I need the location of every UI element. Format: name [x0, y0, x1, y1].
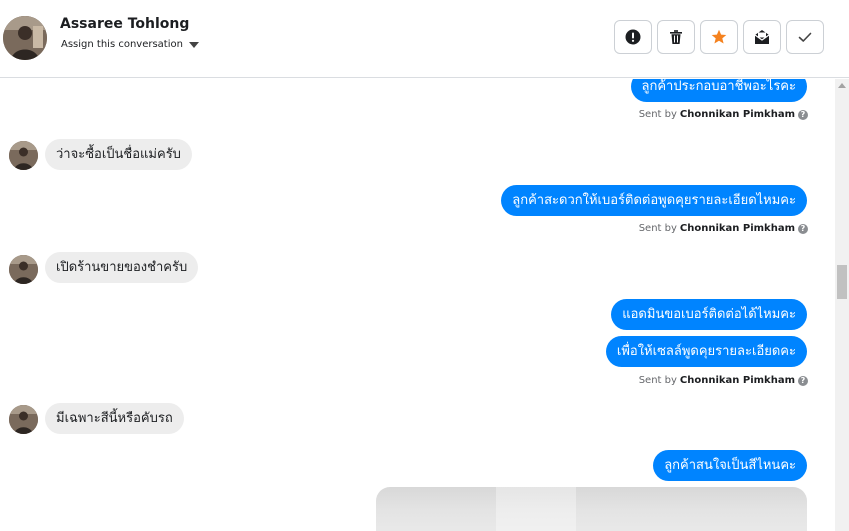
contact-name: Assaree Tohlong [60, 16, 190, 32]
mark-unread-button[interactable] [743, 20, 781, 54]
contact-avatar[interactable] [3, 16, 47, 60]
conversation-header: Assaree Tohlong Assign this conversation [0, 0, 849, 78]
check-icon [798, 32, 812, 42]
conversation-toolbar [614, 20, 824, 54]
assign-conversation-dropdown[interactable]: Assign this conversation [61, 39, 199, 50]
sent-by-prefix: Sent by [638, 223, 677, 234]
scrollbar-thumb[interactable] [837, 265, 847, 299]
outgoing-message[interactable]: เพื่อให้เซลล์พูดคุยรายละเอียดคะ [605, 336, 807, 367]
sent-by-prefix: Sent by [638, 375, 677, 386]
assign-label: Assign this conversation [61, 39, 183, 50]
sent-by-label: Sent by Chonnikan Pimkham ? [639, 223, 808, 234]
image-attachment[interactable] [376, 487, 807, 531]
help-icon[interactable]: ? [798, 109, 808, 120]
image-content [496, 487, 576, 531]
mark-done-button[interactable] [786, 20, 824, 54]
delete-button[interactable] [657, 20, 695, 54]
message-thread: ลูกค้าประกอบอาชีพอะไรคะ Sent by Chonnika… [0, 79, 835, 531]
contact-avatar-small [9, 255, 38, 284]
scroll-up-arrow-icon[interactable] [838, 83, 846, 88]
incoming-message[interactable]: มีเฉพาะสีนี้หรือคับรถ [45, 403, 184, 434]
caret-down-icon [188, 41, 199, 48]
contact-avatar-small [9, 141, 38, 170]
help-icon[interactable]: ? [798, 375, 808, 386]
sent-by-prefix: Sent by [638, 109, 677, 120]
sender-name: Chonnikan Pimkham [679, 109, 795, 120]
star-icon [711, 29, 727, 44]
outgoing-message[interactable]: ลูกค้าประกอบอาชีพอะไรคะ [630, 79, 807, 102]
outgoing-message[interactable]: ลูกค้าสนใจเป็นสีไหนคะ [653, 450, 807, 481]
help-icon[interactable]: ? [798, 223, 808, 234]
star-button[interactable] [700, 20, 738, 54]
sender-name: Chonnikan Pimkham [679, 375, 795, 386]
envelope-icon [754, 30, 770, 44]
sent-by-label: Sent by Chonnikan Pimkham ? [639, 109, 808, 120]
conversation-window: Assaree Tohlong Assign this conversation [0, 0, 849, 531]
incoming-message[interactable]: ว่าจะซื้อเป็นชื่อแม่ครับ [45, 139, 192, 170]
sent-by-label: Sent by Chonnikan Pimkham ? [639, 375, 808, 386]
exclamation-circle-icon [625, 29, 641, 45]
contact-avatar-small [9, 405, 38, 434]
sender-name: Chonnikan Pimkham [679, 223, 795, 234]
trash-icon [670, 30, 682, 44]
thread-scrollbar[interactable] [835, 79, 849, 531]
incoming-message[interactable]: เปิดร้านขายของชำครับ [45, 252, 199, 283]
mark-spam-button[interactable] [614, 20, 652, 54]
outgoing-message[interactable]: ลูกค้าสะดวกให้เบอร์ติดต่อพูดคุยรายละเอีย… [501, 185, 807, 216]
outgoing-message[interactable]: แอดมินขอเบอร์ติดต่อได้ไหมคะ [611, 299, 807, 330]
